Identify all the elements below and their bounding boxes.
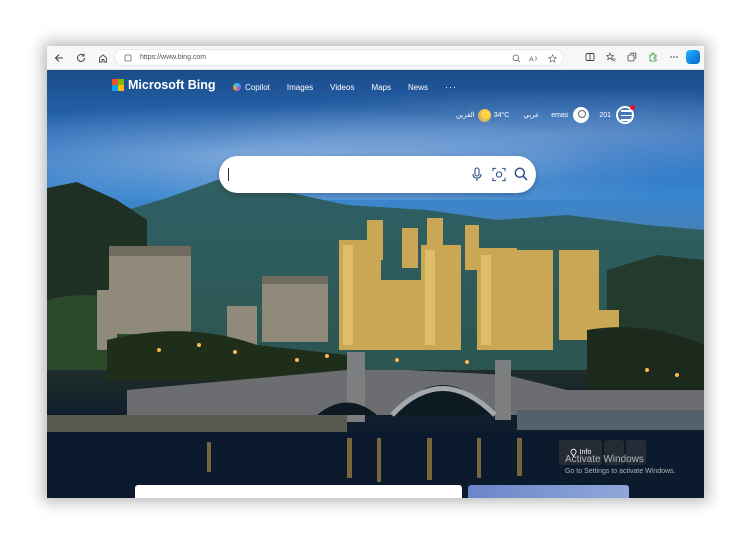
browser-nav-buttons <box>49 48 113 68</box>
svg-text:A: A <box>529 56 534 63</box>
nav-label: News <box>408 82 429 92</box>
browser-actions <box>581 48 700 66</box>
text-cursor <box>228 168 229 181</box>
nav-item-maps[interactable]: Maps <box>371 82 391 92</box>
search-icon[interactable] <box>514 166 528 182</box>
bing-homepage: Microsoft Bing Copilot Images Videos Map… <box>47 70 704 498</box>
top-nav: Copilot Images Videos Maps News ··· <box>233 82 474 92</box>
favorite-icon[interactable] <box>545 51 559 65</box>
nav-label: Maps <box>371 82 392 92</box>
zoom-icon[interactable] <box>509 51 523 65</box>
language-switch[interactable]: عربي <box>523 111 539 119</box>
favorites-icon[interactable] <box>602 48 620 66</box>
more-label: ··· <box>445 82 458 92</box>
watermark-title: Activate Windows <box>565 454 644 465</box>
microphone-icon[interactable] <box>470 166 484 182</box>
back-icon[interactable] <box>49 48 69 68</box>
info-icon[interactable] <box>121 51 135 65</box>
browser-window: https://www.bing.com A Microsoft Bing Co… <box>47 46 704 498</box>
nav-item-videos[interactable]: Videos <box>330 82 354 92</box>
weather-location: القرين <box>455 112 475 119</box>
search-actions <box>470 166 528 182</box>
header-actions: القرين 34°C عربي emas 201 <box>455 105 635 124</box>
logo-text: Microsoft Bing <box>128 78 216 92</box>
watermark-subtitle: Go to Settings to activate Windows. <box>565 468 676 475</box>
nav-item-news[interactable]: News <box>408 82 428 92</box>
refresh-icon[interactable] <box>71 48 91 68</box>
extensions-icon[interactable] <box>644 48 662 66</box>
avatar[interactable] <box>573 107 590 123</box>
address-bar-actions: A <box>509 51 559 65</box>
reward-points[interactable]: 201 <box>599 112 611 119</box>
search-box[interactable] <box>219 156 536 193</box>
hamburger-menu-icon[interactable] <box>621 110 632 124</box>
nav-label: Copilot <box>245 82 270 92</box>
more-icon[interactable] <box>665 48 683 66</box>
browser-toolbar: https://www.bing.com A <box>47 46 704 70</box>
background-image-castle <box>47 180 704 498</box>
activate-windows-watermark: Activate Windows Go to Settings to activ… <box>565 454 676 475</box>
read-aloud-icon[interactable]: A <box>527 51 541 65</box>
weather-sun-icon <box>477 108 491 122</box>
weather-widget[interactable]: القرين 34°C <box>455 108 510 122</box>
user-name[interactable]: emas <box>551 112 568 119</box>
collections-icon[interactable] <box>623 48 641 66</box>
nav-label: Images <box>286 82 314 92</box>
microsoft-logo-icon <box>112 79 124 91</box>
visual-search-icon[interactable] <box>492 166 506 182</box>
url-text: https://www.bing.com <box>140 54 207 61</box>
nav-item-images[interactable]: Images <box>287 82 313 92</box>
nav-label: Videos <box>330 82 355 92</box>
feed-card-right[interactable] <box>468 485 629 498</box>
nav-item-copilot[interactable]: Copilot <box>233 82 270 92</box>
copilot-icon[interactable] <box>686 50 700 64</box>
address-bar[interactable]: https://www.bing.com A <box>114 49 564 66</box>
nav-more-button[interactable]: ··· <box>445 82 457 92</box>
bing-logo[interactable]: Microsoft Bing <box>112 78 216 92</box>
feed-card-left[interactable] <box>135 485 462 498</box>
split-screen-icon[interactable] <box>581 48 599 66</box>
copilot-icon <box>233 83 241 91</box>
weather-temperature: 34°C <box>493 111 510 119</box>
home-icon[interactable] <box>93 48 113 68</box>
